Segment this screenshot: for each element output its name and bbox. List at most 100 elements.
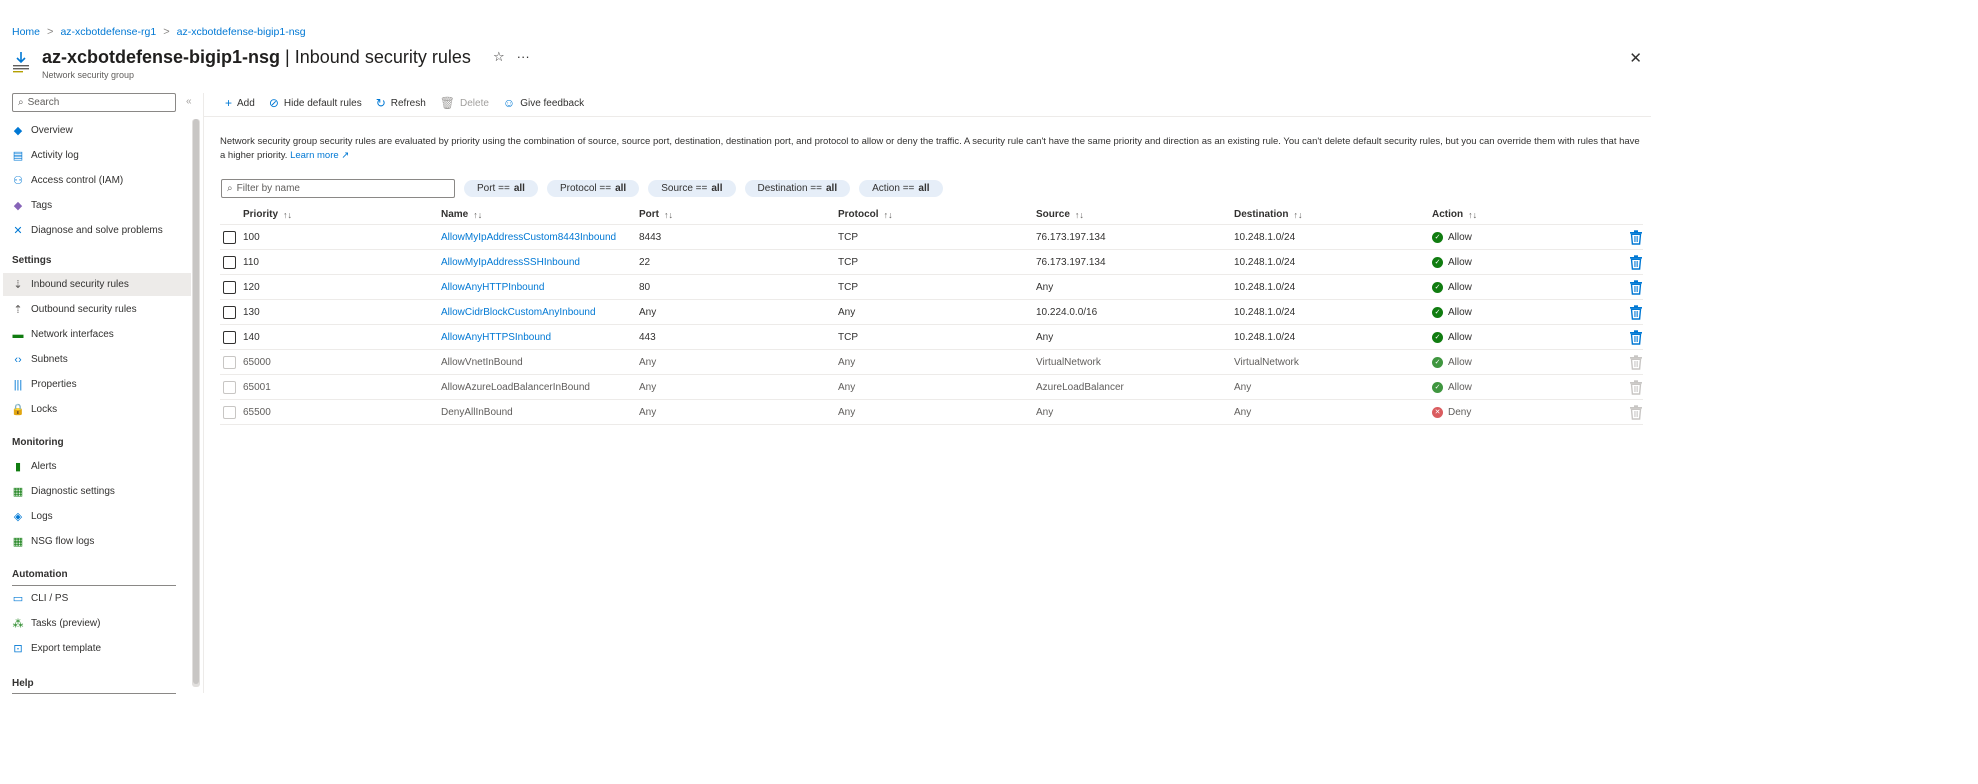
sidebar-item-cli-ps[interactable]: ▭ CLI / PS bbox=[3, 587, 191, 610]
main-content: + Add ⊘ Hide default rules ↻ Refresh 🗑 Delet… bbox=[203, 93, 1651, 693]
delete-rule-icon[interactable] bbox=[1629, 280, 1643, 295]
hide-default-rules-button[interactable]: ⊘ Hide default rules bbox=[269, 96, 362, 110]
column-header-port[interactable]: Port ↑↓ bbox=[639, 205, 673, 224]
section-automation: Automation bbox=[12, 569, 68, 580]
sidebar-item-diagnostic-settings[interactable]: ▦ Diagnostic settings bbox=[3, 480, 191, 503]
ellipsis-icon[interactable]: ··· bbox=[517, 49, 530, 65]
section-settings: Settings bbox=[12, 255, 52, 266]
sidebar-item-tasks-preview[interactable]: ⁂ Tasks (preview) bbox=[3, 612, 191, 635]
breadcrumb-resource-group[interactable]: az-xcbotdefense-rg1 bbox=[60, 26, 156, 38]
column-label: Port bbox=[639, 209, 659, 220]
refresh-button[interactable]: ↻ Refresh bbox=[376, 96, 426, 110]
sidebar-item-export-template[interactable]: ⊡ Export template bbox=[3, 637, 191, 660]
table-row[interactable]: 110 AllowMyIpAddressSSHInbound 22 TCP 76.173… bbox=[220, 250, 1643, 275]
sidebar-item-access-control-iam[interactable]: ⚇ Access control (IAM) bbox=[3, 169, 191, 192]
sidebar-item-subnets[interactable]: ‹› Subnets bbox=[3, 348, 191, 371]
rule-name-cell: AllowVnetInBound bbox=[441, 356, 523, 368]
rule-name-link[interactable]: AllowMyIpAddressCustom8443Inbound bbox=[441, 225, 616, 249]
column-header-protocol[interactable]: Protocol ↑↓ bbox=[838, 205, 893, 224]
action-cell: ✕ Deny bbox=[1432, 400, 1471, 424]
column-header-name[interactable]: Name ↑↓ bbox=[441, 205, 482, 224]
action-filter-pill[interactable]: Action == all bbox=[859, 180, 943, 197]
port-filter-pill[interactable]: Port == all bbox=[464, 180, 538, 197]
source-cell: 10.224.0.0/16 bbox=[1036, 306, 1098, 318]
delete-button[interactable]: 🗑 Delete bbox=[440, 96, 489, 110]
allow-status-icon: ✓ bbox=[1432, 381, 1443, 393]
sidebar-item-logs[interactable]: ◈ Logs bbox=[3, 505, 191, 528]
network-interface-icon: ▬ bbox=[12, 328, 24, 341]
delete-rule-icon[interactable] bbox=[1629, 230, 1643, 245]
sidebar-item-network-interfaces[interactable]: ▬ Network interfaces bbox=[3, 323, 191, 346]
sidebar-item-outbound-security-rules[interactable]: ⇡ Outbound security rules bbox=[3, 298, 191, 321]
row-checkbox[interactable] bbox=[223, 230, 236, 244]
cli-icon: ▭ bbox=[12, 593, 24, 605]
destination-filter-pill[interactable]: Destination == all bbox=[744, 180, 851, 197]
destination-cell: Any bbox=[1234, 406, 1252, 418]
row-checkbox[interactable] bbox=[223, 280, 236, 294]
refresh-label: Refresh bbox=[390, 97, 426, 109]
rule-name-link[interactable]: AllowAnyHTTPSInbound bbox=[441, 325, 551, 349]
table-row[interactable]: 120 AllowAnyHTTPInbound 80 TCP Any 10.248.1.0… bbox=[220, 275, 1643, 300]
refresh-icon: ↻ bbox=[375, 96, 386, 110]
table-row[interactable]: 65500 DenyAllInBound Any Any Any Any ✕ Deny bbox=[220, 400, 1643, 425]
row-checkbox[interactable] bbox=[223, 255, 236, 269]
delete-rule-icon[interactable] bbox=[1629, 255, 1643, 270]
breadcrumb-nsg[interactable]: az-xcbotdefense-bigip1-nsg bbox=[177, 26, 306, 38]
pill-value: all bbox=[711, 183, 723, 194]
add-button[interactable]: + Add bbox=[225, 96, 255, 110]
sidebar-item-label: Properties bbox=[31, 379, 77, 390]
title-separator: | bbox=[285, 47, 290, 67]
source-cell: 76.173.197.134 bbox=[1036, 256, 1106, 268]
source-filter-pill[interactable]: Source == all bbox=[648, 180, 736, 197]
action-cell: ✓ Allow bbox=[1432, 225, 1472, 249]
rule-name-cell: DenyAllInBound bbox=[441, 406, 513, 418]
sidebar-item-locks[interactable]: 🔒 Locks bbox=[3, 398, 191, 421]
wrench-icon: ✕ bbox=[13, 225, 23, 237]
sidebar-scrollbar[interactable] bbox=[192, 119, 200, 687]
sidebar-item-diagnose-and-solve-problems[interactable]: ✕ Diagnose and solve problems bbox=[3, 219, 191, 242]
sidebar-search-input[interactable]: ⌕ Search bbox=[12, 93, 176, 112]
sidebar-item-alerts[interactable]: ▮ Alerts bbox=[3, 455, 191, 478]
section-divider bbox=[12, 693, 176, 694]
row-checkbox bbox=[223, 355, 236, 369]
sidebar-item-label: Logs bbox=[31, 511, 53, 522]
row-checkbox[interactable] bbox=[223, 330, 236, 344]
delete-rule-icon[interactable] bbox=[1629, 330, 1643, 345]
rule-name-link[interactable]: AllowAnyHTTPInbound bbox=[441, 275, 544, 299]
table-row[interactable]: 100 AllowMyIpAddressCustom8443Inbound 8443… bbox=[220, 225, 1643, 250]
sidebar-item-properties[interactable]: ||| Properties bbox=[3, 373, 191, 396]
collapse-sidebar-icon[interactable]: « bbox=[186, 96, 192, 107]
column-label: Priority bbox=[243, 209, 279, 220]
sidebar-item-inbound-security-rules[interactable]: ⇣ Inbound security rules bbox=[3, 273, 191, 296]
rule-name-link[interactable]: AllowCidrBlockCustomAnyInbound bbox=[441, 300, 596, 324]
filter-by-name-input[interactable]: ⌕ Filter by name bbox=[221, 179, 455, 198]
protocol-filter-pill[interactable]: Protocol == all bbox=[546, 180, 640, 197]
table-row[interactable]: 140 AllowAnyHTTPSInbound 443 TCP Any 10.248.1… bbox=[220, 325, 1643, 350]
give-feedback-button[interactable]: ☺ Give feedback bbox=[503, 96, 584, 110]
row-checkbox[interactable] bbox=[223, 305, 236, 319]
sidebar-item-tags[interactable]: ◆ Tags bbox=[3, 194, 191, 217]
close-icon[interactable]: ✕ bbox=[1629, 49, 1642, 67]
port-cell: Any bbox=[639, 406, 657, 418]
delete-rule-icon[interactable] bbox=[1629, 305, 1643, 320]
destination-cell: 10.248.1.0/24 bbox=[1234, 231, 1296, 243]
sidebar-item-label: Access control (IAM) bbox=[31, 175, 124, 186]
scrollbar-thumb[interactable] bbox=[193, 119, 199, 684]
column-header-priority[interactable]: Priority ↑↓ bbox=[243, 205, 292, 224]
breadcrumb-home[interactable]: Home bbox=[12, 26, 40, 38]
sidebar-item-activity-log[interactable]: ▤ Activity log bbox=[3, 144, 191, 167]
learn-more-link[interactable]: Learn more ↗ bbox=[290, 150, 349, 161]
priority-cell: 120 bbox=[243, 281, 260, 293]
rule-name-link[interactable]: AllowMyIpAddressSSHInbound bbox=[441, 250, 580, 274]
column-header-source[interactable]: Source ↑↓ bbox=[1036, 205, 1084, 224]
column-header-destination[interactable]: Destination ↑↓ bbox=[1234, 205, 1302, 224]
pill-key: Source == bbox=[661, 183, 708, 194]
table-row[interactable]: 65001 AllowAzureLoadBalancerInBound Any Any… bbox=[220, 375, 1643, 400]
sidebar-item-nsg-flow-logs[interactable]: ▦ NSG flow logs bbox=[3, 530, 191, 553]
column-header-action[interactable]: Action ↑↓ bbox=[1432, 205, 1477, 224]
star-icon[interactable]: ☆ bbox=[493, 49, 505, 65]
table-row[interactable]: 65000 AllowVnetInBound Any Any VirtualNetwor… bbox=[220, 350, 1643, 375]
protocol-cell: Any bbox=[838, 356, 856, 368]
sidebar-item-overview[interactable]: ◆ Overview bbox=[3, 119, 191, 142]
table-row[interactable]: 130 AllowCidrBlockCustomAnyInbound Any Any 1… bbox=[220, 300, 1643, 325]
